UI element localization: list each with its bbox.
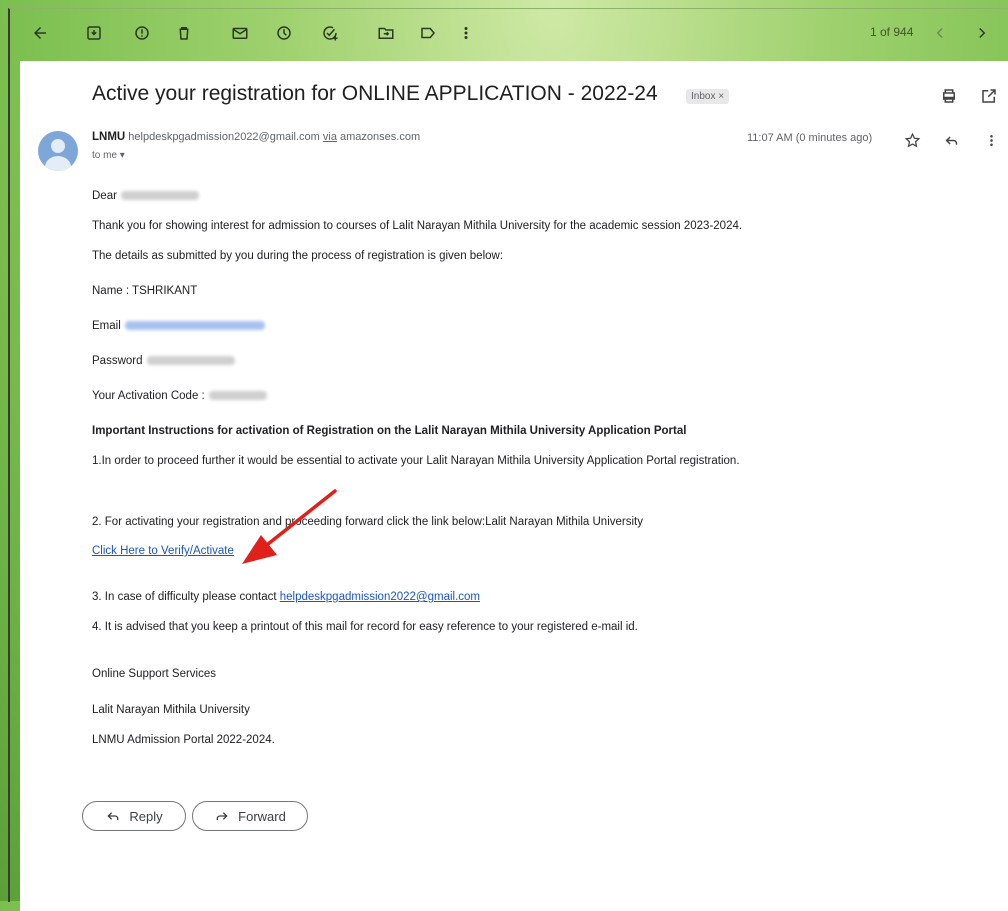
sender-line: LNMU helpdeskpgadmission2022@gmail.com v… xyxy=(92,131,420,143)
message-card: Active your registration for ONLINE APPL… xyxy=(20,61,1008,911)
sender-name: LNMU xyxy=(92,131,126,143)
activation-line: Your Activation Code : xyxy=(92,390,267,402)
sender-avatar xyxy=(38,131,78,171)
step-4: 4. It is advised that you keep a printou… xyxy=(92,621,638,633)
step-3-text: 3. In case of difficulty please contact xyxy=(92,591,277,603)
next-icon[interactable] xyxy=(970,21,994,45)
delete-icon[interactable] xyxy=(172,21,196,45)
email-time: 11:07 AM (0 minutes ago) xyxy=(747,132,873,144)
email-subject: Active your registration for ONLINE APPL… xyxy=(92,82,658,105)
recipients-toggle[interactable]: to me ▾ xyxy=(92,150,125,161)
signature-3: LNMU Admission Portal 2022-2024. xyxy=(92,734,275,746)
details-line: The details as submitted by you during t… xyxy=(92,250,504,262)
email-label: Email xyxy=(92,320,121,332)
step-2: 2. For activating your registration and … xyxy=(92,516,643,528)
reply-icon xyxy=(107,812,119,820)
forward-icon xyxy=(216,812,228,820)
annotation-arrow xyxy=(242,489,337,564)
step-3: 3. In case of difficulty please contact … xyxy=(92,591,480,603)
verify-line: Click Here to Verify/Activate xyxy=(92,545,234,557)
reply-icon[interactable] xyxy=(940,129,962,151)
greeting-line: Dear xyxy=(92,190,199,202)
signature-2: Lalit Narayan Mithila University xyxy=(92,704,250,716)
email-line: Email xyxy=(92,320,265,332)
more-vert-icon[interactable] xyxy=(980,129,1002,151)
forward-label: Forward xyxy=(238,808,286,824)
snooze-icon[interactable] xyxy=(272,21,296,45)
mark-unread-icon[interactable] xyxy=(228,21,252,45)
star-icon[interactable] xyxy=(901,129,923,151)
redacted-password xyxy=(146,356,235,366)
support-email-link[interactable]: helpdeskpgadmission2022@gmail.com xyxy=(280,591,480,603)
reply-label: Reply xyxy=(129,808,163,824)
print-icon[interactable] xyxy=(938,85,960,107)
instructions-heading: Important Instructions for activation of… xyxy=(92,425,687,437)
verify-activate-link[interactable]: Click Here to Verify/Activate xyxy=(92,545,234,557)
sender-email: helpdeskpgadmission2022@gmail.com xyxy=(128,131,320,143)
archive-icon[interactable] xyxy=(82,21,106,45)
message-toolbar: 1 of 944 xyxy=(10,9,1008,57)
step-1: 1.In order to proceed further it would b… xyxy=(92,455,740,467)
redacted-name xyxy=(120,191,199,201)
redacted-code xyxy=(208,391,267,401)
move-to-icon[interactable] xyxy=(374,21,398,45)
via-link[interactable]: via xyxy=(323,131,337,143)
signature-1: Online Support Services xyxy=(92,668,217,680)
greeting-text: Dear xyxy=(92,190,117,202)
forward-button[interactable]: Forward xyxy=(192,801,308,831)
open-new-window-icon[interactable] xyxy=(978,85,1000,107)
via-domain: amazonses.com xyxy=(340,131,421,143)
inbox-label-chip[interactable]: Inbox × xyxy=(686,89,730,104)
thanks-line: Thank you for showing interest for admis… xyxy=(92,220,743,232)
activation-label: Your Activation Code : xyxy=(92,390,205,402)
password-line: Password xyxy=(92,355,235,367)
label-icon[interactable] xyxy=(416,21,440,45)
name-line: Name : TSHRIKANT xyxy=(92,285,198,297)
more-vert-icon[interactable] xyxy=(454,21,478,45)
redacted-email xyxy=(124,321,265,331)
report-spam-icon[interactable] xyxy=(130,21,154,45)
message-counter: 1 of 944 xyxy=(870,25,914,39)
prev-icon[interactable] xyxy=(928,21,952,45)
add-task-icon[interactable] xyxy=(318,21,342,45)
reply-button[interactable]: Reply xyxy=(82,801,186,831)
gmail-window: 1 of 944 Active your registration for ON… xyxy=(8,8,1008,911)
back-arrow-icon[interactable] xyxy=(28,21,52,45)
password-label: Password xyxy=(92,355,143,367)
